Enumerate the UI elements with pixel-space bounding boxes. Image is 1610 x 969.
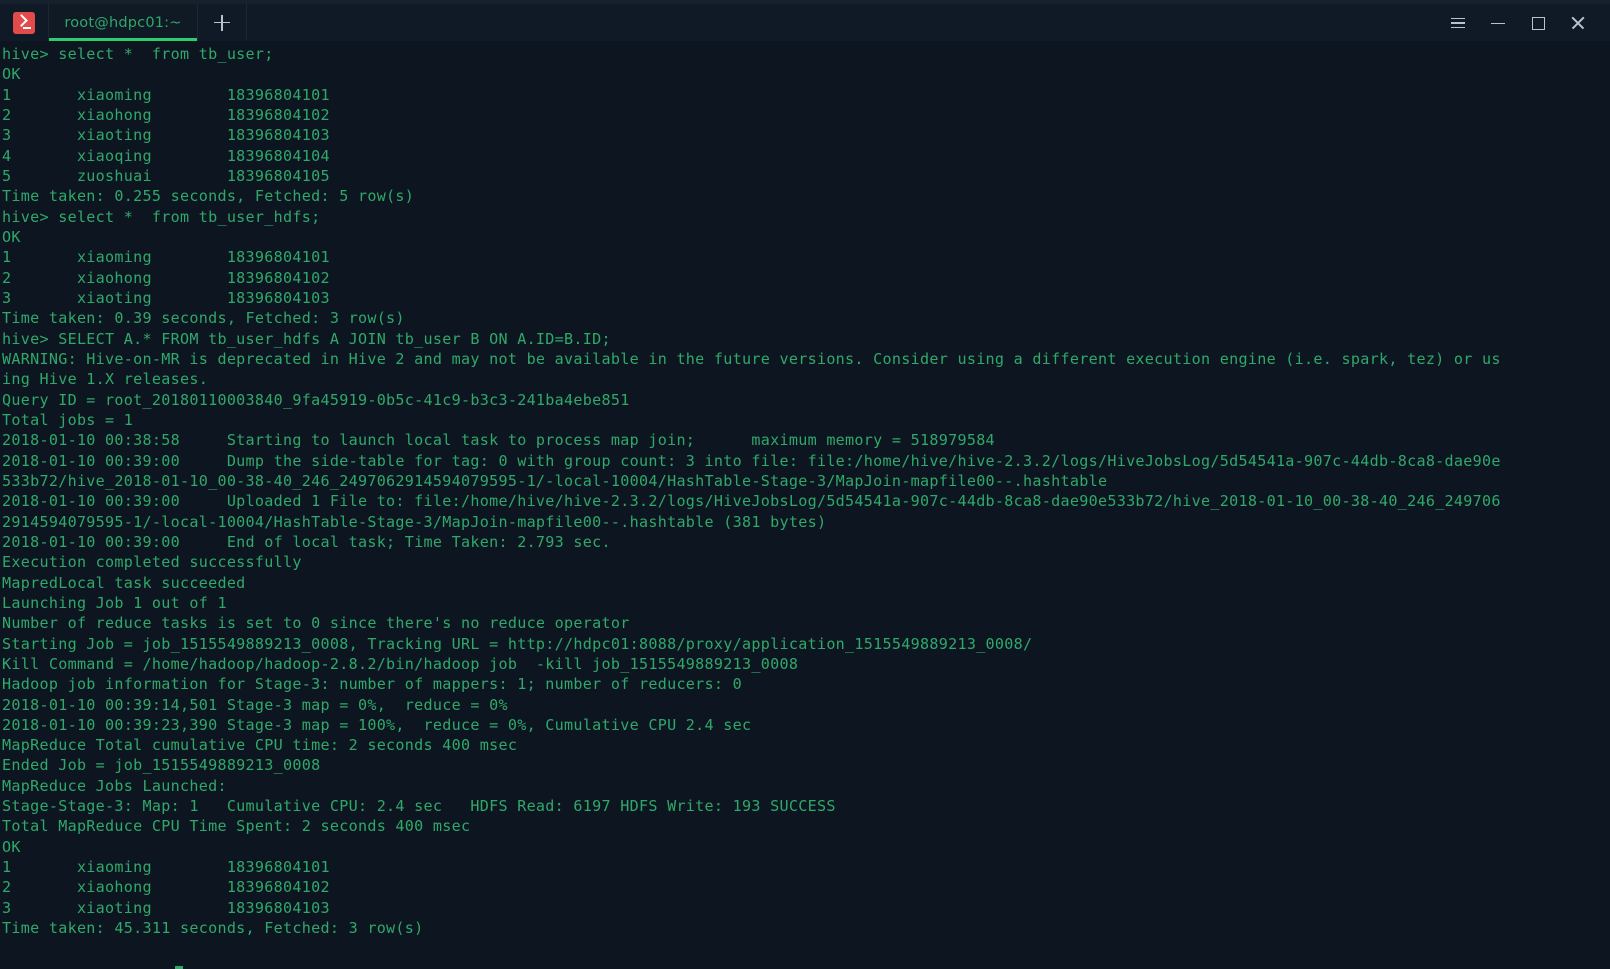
terminal-line: 2018-01-10 00:38:58 Starting to launch l…: [2, 431, 995, 450]
tab-label: root@hdpc01:~: [64, 14, 182, 31]
title-bar-spacer: [247, 4, 1438, 41]
terminal-line: OK: [2, 227, 21, 246]
title-bar: root@hdpc01:~: [0, 4, 1610, 42]
terminal-line: Ended Job = job_1515549889213_0008: [2, 756, 321, 775]
terminal-line: Stage-Stage-3: Map: 1 Cumulative CPU: 2.…: [2, 797, 836, 816]
terminal-line: hive> SELECT A.* FROM tb_user_hdfs A JOI…: [2, 329, 611, 348]
prompt-chevron-icon: [15, 13, 28, 27]
terminal-line: 2018-01-10 00:39:23,390 Stage-3 map = 10…: [2, 715, 752, 734]
terminal-line: 1 xiaoming 18396804101: [2, 85, 330, 104]
terminal-line: 1 xiaoming 18396804101: [2, 858, 330, 877]
close-icon: [1571, 16, 1585, 30]
terminal-line: Time taken: 0.255 seconds, Fetched: 5 ro…: [2, 187, 415, 206]
terminal-line: 5 zuoshuai 18396804105: [2, 166, 330, 185]
terminal-line: 3 xiaoting 18396804103: [2, 288, 330, 307]
terminal-line: OK: [2, 65, 21, 84]
tab-active-indicator: [49, 38, 197, 41]
terminal-line: 3 xiaoting 18396804103: [2, 898, 330, 917]
terminal-line: Hadoop job information for Stage-3: numb…: [2, 675, 743, 694]
terminal-line: 1 xiaoming 18396804101: [2, 248, 330, 267]
tab-root-hdpc01[interactable]: root@hdpc01:~: [49, 4, 198, 41]
minimize-icon: [1491, 16, 1505, 30]
terminal-line: OK: [2, 837, 21, 856]
terminal-line: 2018-01-10 00:39:00 Dump the side-table …: [2, 451, 1501, 470]
app-icon-cell: [0, 4, 49, 41]
terminal-line: Total jobs = 1: [2, 410, 134, 429]
terminal-line: Launching Job 1 out of 1: [2, 593, 227, 612]
terminal-line: Execution completed successfully: [2, 553, 302, 572]
window-controls: [1438, 4, 1610, 41]
terminal-line: Time taken: 0.39 seconds, Fetched: 3 row…: [2, 309, 405, 328]
maximize-button[interactable]: [1518, 4, 1558, 41]
terminal-icon: [13, 11, 35, 34]
terminal-line: WARNING: Hive-on-MR is deprecated in Hiv…: [2, 349, 1501, 368]
plus-icon: [214, 14, 230, 31]
terminal-line: 2 xiaohong 18396804102: [2, 878, 330, 897]
terminal-line: 2018-01-10 00:39:00 Uploaded 1 File to: …: [2, 492, 1501, 511]
terminal-line: Starting Job = job_1515549889213_0008, T…: [2, 634, 1033, 653]
terminal-line: 2018-01-10 00:39:14,501 Stage-3 map = 0%…: [2, 695, 508, 714]
terminal-line: 2914594079595-1/-local-10004/HashTable-S…: [2, 512, 827, 531]
close-button[interactable]: [1558, 4, 1598, 41]
terminal-line: MapredLocal task succeeded: [2, 573, 246, 592]
terminal-line: 4 xiaoqing 18396804104: [2, 146, 330, 165]
terminal-line: Time taken: 45.311 seconds, Fetched: 3 r…: [2, 919, 424, 938]
terminal-output-area[interactable]: hive> select * from tb_user; OK 1 xiaoming…: [0, 42, 1610, 969]
terminal-line: MapReduce Jobs Launched:: [2, 776, 227, 795]
terminal-line: Total MapReduce CPU Time Spent: 2 second…: [2, 817, 471, 836]
terminal-line: hive> select * from tb_user;: [2, 45, 274, 63]
terminal-lines: hive> select * from tb_user; OK 1 xiaoming…: [2, 44, 1610, 938]
terminal-line: 2018-01-10 00:39:00 End of local task; T…: [2, 532, 611, 551]
terminal-line: Kill Command = /home/hadoop/hadoop-2.8.2…: [2, 654, 799, 673]
prompt-underscore-icon: [23, 26, 31, 29]
terminal-line: hive> select * from tb_user_hdfs;: [2, 207, 321, 226]
terminal-line: ing Hive 1.X releases.: [2, 370, 209, 389]
maximize-icon: [1531, 16, 1545, 30]
menu-button[interactable]: [1438, 4, 1478, 41]
hamburger-menu-icon: [1451, 16, 1465, 30]
terminal-line: Number of reduce tasks is set to 0 since…: [2, 614, 630, 633]
terminal-line: 2 xiaohong 18396804102: [2, 105, 330, 124]
terminal-window: root@hdpc01:~ hive> select * from tb_use…: [0, 0, 1610, 969]
terminal-line: 533b72/hive_2018-01-10_00-38-40_246_2497…: [2, 471, 1108, 490]
terminal-line: 2 xiaohong 18396804102: [2, 268, 330, 287]
terminal-line: Query ID = root_20180110003840_9fa45919-…: [2, 390, 630, 409]
minimize-button[interactable]: [1478, 4, 1518, 41]
terminal-line: MapReduce Total cumulative CPU time: 2 s…: [2, 736, 518, 755]
terminal-line: 3 xiaoting 18396804103: [2, 126, 330, 145]
new-tab-button[interactable]: [198, 4, 247, 41]
